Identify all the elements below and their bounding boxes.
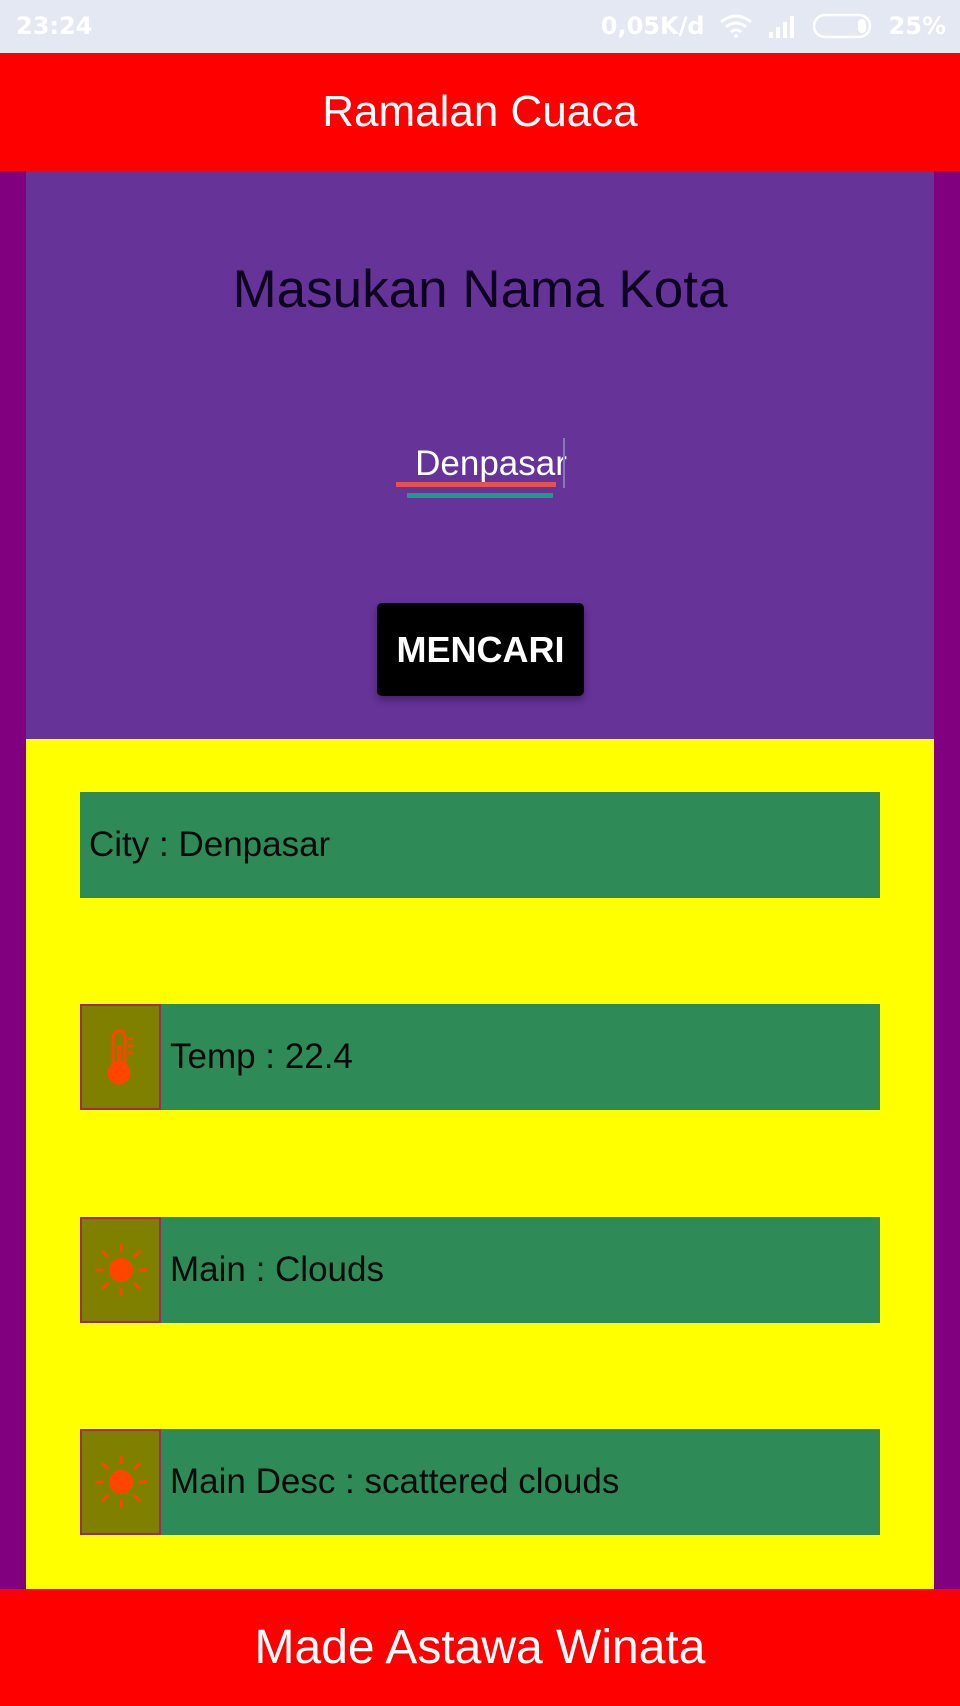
- status-right: 0,05K/d 25%: [601, 12, 946, 40]
- text-caret: [563, 438, 565, 488]
- desc-icon-box: [80, 1429, 161, 1535]
- search-title: Masukan Nama Kota: [232, 260, 728, 319]
- battery-percent: 25%: [888, 12, 946, 40]
- network-speed: 0,05K/d: [600, 12, 705, 40]
- main-icon-box: [80, 1217, 161, 1323]
- status-bar: 23:24 0,05K/d 25%: [0, 0, 960, 53]
- footer-text: Made Astawa Winata: [254, 1621, 706, 1674]
- temp-row: Temp : 22.4: [80, 1004, 880, 1110]
- main-label: Main : Clouds: [170, 1250, 384, 1289]
- sun-icon: [94, 1456, 147, 1508]
- wifi-icon: [719, 14, 752, 38]
- city-label: City : Denpasar: [89, 825, 331, 864]
- results-panel: City : Denpasar Temp : 22.4 Main: Cloud…: [26, 739, 934, 1589]
- app-bar: Ramalan Cuaca: [0, 53, 960, 171]
- signal-icon: [768, 16, 794, 38]
- temp-icon-box: [80, 1004, 161, 1110]
- temp-label: Temp : 22.4: [170, 1037, 353, 1076]
- spellcheck-underline: [396, 482, 556, 487]
- search-button[interactable]: MENCARI: [377, 603, 584, 696]
- main-row: Main : Clouds: [80, 1217, 880, 1323]
- sun-icon: [94, 1244, 147, 1296]
- input-underline: [407, 493, 553, 498]
- footer: Made Astawa Winata: [0, 1589, 960, 1706]
- app-title: Ramalan Cuaca: [322, 87, 638, 136]
- thermometer-icon: [107, 1029, 134, 1085]
- city-row: City : Denpasar: [80, 792, 880, 898]
- search-panel: Masukan Nama Kota MENCARI: [26, 171, 934, 739]
- battery-icon: [812, 13, 871, 39]
- desc-label: Main Desc : scattered clouds: [170, 1462, 620, 1501]
- status-time: 23:24: [16, 12, 93, 40]
- desc-row: Main Desc : scattered clouds: [80, 1429, 880, 1535]
